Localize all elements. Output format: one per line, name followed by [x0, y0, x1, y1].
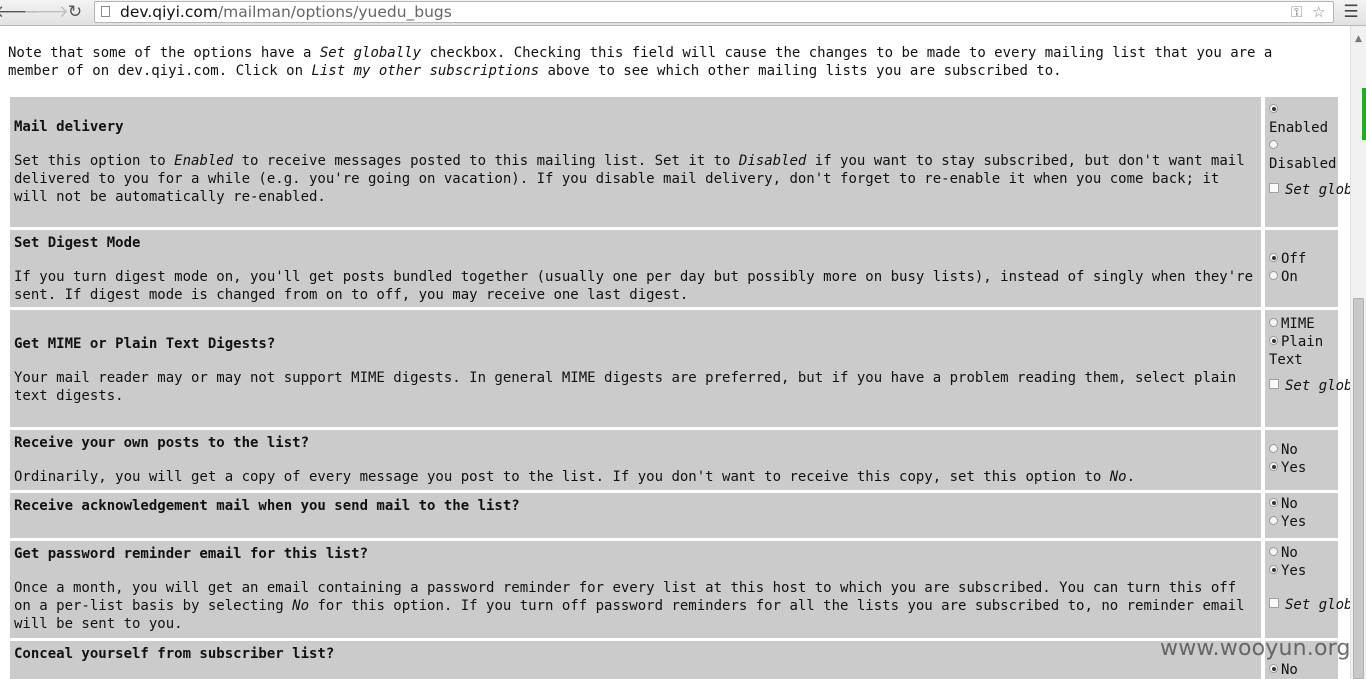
menu-button[interactable]: ☰ — [1341, 2, 1361, 22]
plain-text-label-cont: Text — [1269, 352, 1303, 368]
option-row-own-posts: Receive your own posts to the list? Ordi… — [10, 430, 1340, 490]
set-globally-option[interactable]: Set globally — [1269, 181, 1350, 199]
scroll-up-arrow-icon[interactable]: ▲ — [1355, 34, 1362, 44]
option-title: Get MIME or Plain Text Digests? — [14, 336, 276, 352]
option-control-cell: No Yes — [1265, 493, 1338, 538]
set-globally-checkbox[interactable] — [1269, 183, 1279, 193]
ack-yes-option[interactable]: Yes — [1269, 513, 1338, 531]
option-row-conceal: Conceal yourself from subscriber list? N… — [10, 641, 1340, 679]
ack-no-radio[interactable] — [1269, 498, 1278, 507]
ack-no-option[interactable]: No — [1269, 495, 1338, 513]
mime-radio[interactable] — [1269, 318, 1278, 327]
set-globally-label: Set globally — [1285, 378, 1350, 394]
option-row-mail-delivery: Mail delivery Set this option to Enabled… — [10, 97, 1350, 227]
intro-paragraph: Note that some of the options have a Set… — [8, 45, 1281, 79]
reminder-no-option[interactable]: No — [1269, 544, 1338, 562]
digest-off-radio[interactable] — [1269, 253, 1278, 262]
browser-toolbar: 🡐 🡒 ↻ dev.qiyi.com/mailman/options/yuedu… — [0, 0, 1366, 26]
option-description-cell: Receive your own posts to the list? Ordi… — [10, 430, 1261, 490]
ack-yes-radio[interactable] — [1269, 516, 1278, 525]
option-row-acknowledgement: Receive acknowledgement mail when you se… — [10, 493, 1340, 538]
option-description-cell: Receive acknowledgement mail when you se… — [10, 493, 1261, 538]
mime-option[interactable]: MIME — [1269, 315, 1338, 333]
own-posts-no-radio[interactable] — [1269, 444, 1278, 453]
arrow-right-icon: 🡒 — [23, 2, 69, 22]
set-globally-label: Set globally — [1285, 182, 1350, 198]
option-title: Get password reminder email for this lis… — [14, 546, 369, 562]
address-bar[interactable]: dev.qiyi.com/mailman/options/yuedu_bugs … — [94, 1, 1334, 23]
own-posts-yes-radio[interactable] — [1269, 462, 1278, 471]
option-description: Set this option to Enabled to receive me… — [14, 153, 1254, 205]
option-control-cell: Enabled Disabled Set globally — [1265, 97, 1350, 227]
hamburger-icon: ☰ — [1343, 2, 1359, 22]
set-globally-checkbox[interactable] — [1269, 379, 1279, 389]
plain-text-radio[interactable] — [1269, 336, 1278, 345]
option-control-cell: No Yes Set globally — [1265, 541, 1350, 638]
option-row-mime-digests: Get MIME or Plain Text Digests? Your mai… — [10, 310, 1350, 427]
disabled-option[interactable] — [1269, 137, 1338, 155]
option-description-cell: Conceal yourself from subscriber list? — [10, 641, 1261, 679]
option-title: Mail delivery — [14, 119, 124, 135]
plain-text-option[interactable]: Plain — [1269, 333, 1338, 351]
option-title: Receive your own posts to the list? — [14, 435, 310, 451]
option-control-cell: Off On — [1265, 230, 1338, 307]
option-title: Receive acknowledgement mail when you se… — [14, 498, 520, 514]
enabled-option[interactable] — [1269, 101, 1338, 119]
set-globally-option[interactable]: Set globally — [1269, 377, 1350, 395]
page-content: Note that some of the options have a Set… — [0, 26, 1350, 679]
scrollbar-thumb[interactable] — [1353, 298, 1364, 679]
digest-off-option[interactable]: Off — [1269, 250, 1338, 268]
page-icon — [101, 6, 110, 17]
set-globally-label: Set globally — [1285, 597, 1350, 613]
scroll-position-marker — [1362, 88, 1366, 140]
option-control-cell: MIME Plain Text Set globally — [1265, 310, 1350, 427]
option-description-cell: Get MIME or Plain Text Digests? Your mai… — [10, 310, 1261, 427]
option-title: Set Digest Mode — [14, 235, 141, 251]
option-description-cell: Get password reminder email for this lis… — [10, 541, 1261, 638]
reload-icon: ↻ — [67, 2, 83, 22]
option-description: Once a month, you will get an email cont… — [14, 580, 1254, 632]
option-row-password-reminder: Get password reminder email for this lis… — [10, 541, 1350, 638]
url-text[interactable]: dev.qiyi.com/mailman/options/yuedu_bugs — [120, 3, 452, 21]
set-globally-checkbox[interactable] — [1269, 598, 1279, 608]
watermark: www.wooyun.org — [1160, 636, 1351, 661]
star-icon[interactable]: ☆ — [1312, 3, 1325, 21]
disabled-label: Disabled — [1269, 156, 1337, 172]
reload-button[interactable]: ↻ — [64, 1, 86, 23]
option-description: If you turn digest mode on, you'll get p… — [14, 269, 1262, 303]
option-description: Ordinarily, you will get a copy of every… — [14, 469, 1136, 485]
option-row-digest-mode: Set Digest Mode If you turn digest mode … — [10, 230, 1340, 307]
option-description-cell: Mail delivery Set this option to Enabled… — [10, 97, 1261, 227]
digest-on-option[interactable]: On — [1269, 268, 1338, 286]
forward-button[interactable]: 🡒 — [23, 1, 69, 23]
reminder-no-radio[interactable] — [1269, 547, 1278, 556]
own-posts-yes-option[interactable]: Yes — [1269, 459, 1338, 477]
disabled-radio[interactable] — [1269, 140, 1278, 149]
enabled-radio[interactable] — [1269, 104, 1278, 113]
option-title: Conceal yourself from subscriber list? — [14, 646, 335, 662]
conceal-no-option[interactable]: No — [1269, 661, 1338, 679]
enabled-label: Enabled — [1269, 120, 1329, 136]
option-control-cell: No Yes — [1265, 430, 1338, 490]
option-description-cell: Set Digest Mode If you turn digest mode … — [10, 230, 1261, 307]
reminder-yes-option[interactable]: Yes — [1269, 562, 1338, 580]
set-globally-option[interactable]: Set globally — [1269, 596, 1350, 614]
conceal-no-radio[interactable] — [1269, 664, 1278, 673]
reminder-yes-radio[interactable] — [1269, 565, 1278, 574]
digest-on-radio[interactable] — [1269, 271, 1278, 280]
option-description: Your mail reader may or may not support … — [14, 370, 1245, 404]
own-posts-no-option[interactable]: No — [1269, 441, 1338, 459]
key-icon[interactable]: ⚿ — [1291, 3, 1302, 21]
